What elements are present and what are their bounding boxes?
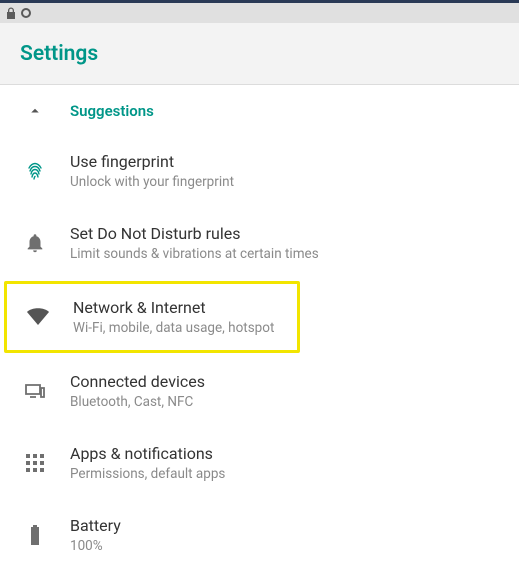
row-dnd-rules[interactable]: Set Do Not Disturb rules Limit sounds & … [0, 207, 519, 279]
row-subtitle: 100% [70, 537, 121, 555]
row-apps-notifications[interactable]: Apps & notifications Permissions, defaul… [0, 427, 519, 499]
settings-list: Use fingerprint Unlock with your fingerp… [0, 135, 519, 571]
app-bar: Settings [0, 23, 519, 85]
row-subtitle: Permissions, default apps [70, 465, 225, 483]
devices-icon [18, 379, 52, 403]
row-title: Use fingerprint [70, 152, 234, 172]
row-battery[interactable]: Battery 100% [0, 499, 519, 571]
circle-icon [20, 7, 32, 19]
bell-icon [18, 232, 52, 254]
row-subtitle: Unlock with your fingerprint [70, 173, 234, 191]
row-title: Set Do Not Disturb rules [70, 224, 319, 244]
lock-icon [6, 7, 16, 19]
wifi-icon [21, 307, 55, 327]
row-subtitle: Limit sounds & vibrations at certain tim… [70, 245, 319, 263]
row-title: Connected devices [70, 372, 205, 392]
row-use-fingerprint[interactable]: Use fingerprint Unlock with your fingerp… [0, 135, 519, 207]
battery-icon [18, 523, 52, 547]
fingerprint-icon [18, 159, 52, 183]
chevron-up-icon [18, 102, 52, 120]
suggestions-header[interactable]: Suggestions [0, 87, 519, 135]
highlight-box: Network & Internet Wi-Fi, mobile, data u… [4, 281, 300, 353]
row-title: Apps & notifications [70, 444, 225, 464]
status-bar [0, 3, 519, 23]
row-network-internet[interactable]: Network & Internet Wi-Fi, mobile, data u… [7, 284, 297, 350]
page-title: Settings [20, 42, 98, 66]
apps-icon [18, 453, 52, 473]
row-title: Battery [70, 516, 121, 536]
row-connected-devices[interactable]: Connected devices Bluetooth, Cast, NFC [0, 355, 519, 427]
row-title: Network & Internet [73, 298, 274, 318]
suggestions-label: Suggestions [70, 102, 154, 120]
row-subtitle: Bluetooth, Cast, NFC [70, 393, 205, 411]
row-subtitle: Wi-Fi, mobile, data usage, hotspot [73, 319, 274, 337]
